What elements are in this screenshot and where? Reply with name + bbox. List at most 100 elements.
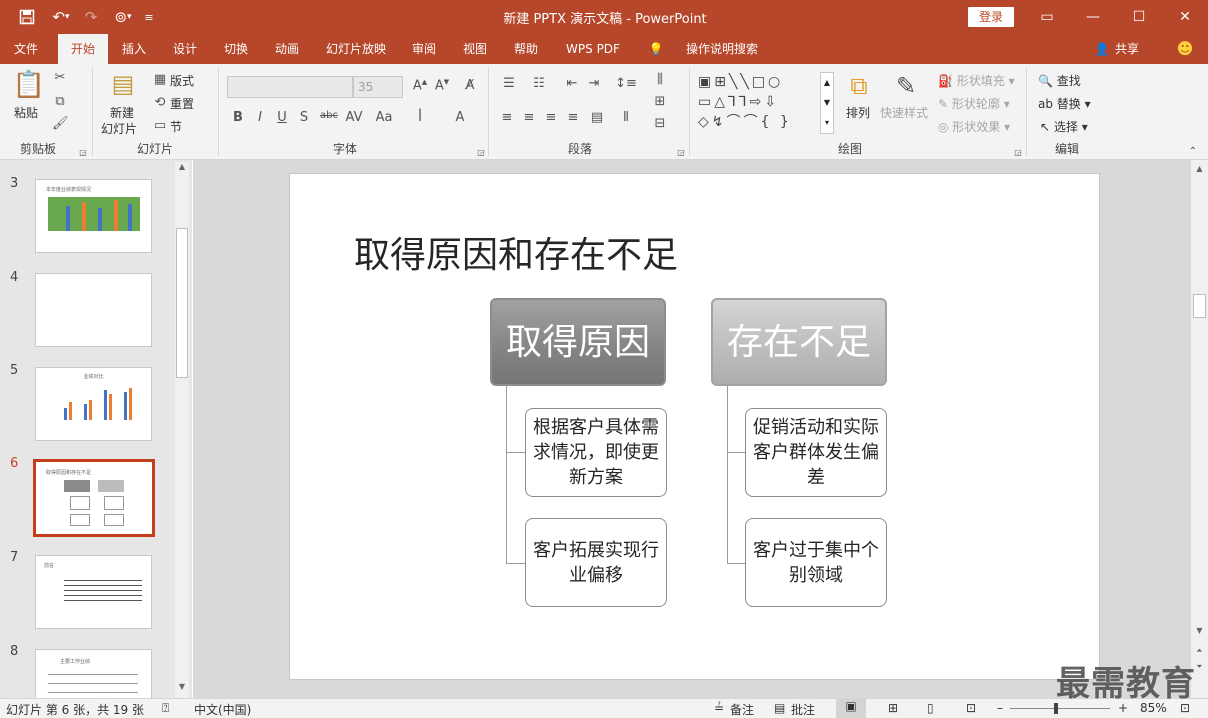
maximize-icon[interactable]: ☐ [1116, 0, 1162, 34]
save-icon[interactable] [14, 6, 40, 28]
arrange-icon[interactable]: ⧉ [844, 72, 874, 100]
numbering-icon[interactable]: ☷ [528, 76, 550, 91]
editor-scrollbar[interactable] [1191, 160, 1208, 698]
strikethrough-button[interactable]: abc [318, 110, 340, 121]
clear-formatting-icon[interactable]: A̸ [460, 78, 480, 93]
layout-button[interactable]: 版式 [170, 72, 194, 89]
arrange-button[interactable]: 排列 [846, 104, 870, 121]
start-from-beginning-icon[interactable]: ⊚ ▾ [108, 6, 138, 28]
slide-thumbnail-5[interactable]: 业绩对比 [35, 367, 152, 441]
format-painter-icon[interactable]: 🖌 [52, 116, 69, 131]
tab-help[interactable]: 帮助 [504, 34, 548, 64]
tab-insert[interactable]: 插入 [112, 34, 156, 64]
paste-button[interactable]: 粘贴 [14, 104, 38, 121]
collapse-ribbon-icon[interactable]: ⌃ [1186, 146, 1200, 157]
slide-title[interactable]: 取得原因和存在不足 [354, 226, 678, 278]
comments-button[interactable]: 批注 [791, 701, 815, 718]
select-button[interactable]: ↖ 选择 ▾ [1040, 118, 1088, 135]
slide-thumbnail-8[interactable]: 主要工作业绩 [35, 649, 152, 698]
shape-effects-button[interactable]: ◎ 形状效果 ▾ [938, 118, 1010, 135]
shapes-gallery[interactable]: ▣⊞╲╲□○ ▭△⅂⅂⇨⇩ ◇↯⌒⌒{ } [698, 72, 820, 134]
share-button[interactable]: 共享 [1112, 34, 1142, 64]
tab-wps-pdf[interactable]: WPS PDF [556, 34, 630, 64]
line-spacing-icon[interactable]: ↕≡ [614, 76, 638, 91]
scroll-down-icon[interactable]: ▼ [1193, 626, 1206, 635]
slide-thumbnail-4[interactable] [35, 273, 152, 347]
content-box-shortcoming-1[interactable]: 促销活动和实际客户群体发生偏差 [745, 408, 887, 497]
font-size-combo[interactable]: 35 [353, 76, 403, 98]
decrease-font-icon[interactable]: A▼ [432, 78, 452, 93]
underline-button[interactable]: U [274, 110, 290, 125]
new-slide-label-1[interactable]: 新建 [110, 104, 134, 121]
paste-icon[interactable]: 📋 [12, 70, 46, 104]
slideshow-view-button[interactable]: ⊡ [966, 701, 976, 715]
language-status[interactable]: 中文(中国) [194, 701, 251, 718]
shadow-button[interactable]: S [296, 110, 312, 125]
previous-slide-icon[interactable]: ⏶ [1193, 646, 1206, 656]
normal-view-button[interactable]: ▣ [836, 699, 866, 718]
replace-button[interactable]: ab 替换 ▾ [1038, 95, 1091, 112]
content-box-shortcoming-2[interactable]: 客户过于集中个别领域 [745, 518, 887, 607]
scroll-up-icon[interactable]: ▲ [175, 162, 189, 176]
zoom-out-button[interactable]: – [997, 701, 1003, 715]
copy-icon[interactable]: ⧉ [52, 94, 68, 109]
justify-icon[interactable]: ≡ [564, 110, 582, 125]
bullets-icon[interactable]: ☰ [498, 76, 520, 91]
cut-icon[interactable]: ✂ [52, 70, 68, 85]
slide-canvas[interactable]: 取得原因和存在不足 取得原因 存在不足 根据客户具体需求情况，即使更新方案 客户… [289, 173, 1100, 680]
reading-view-button[interactable]: ▯ [927, 701, 934, 715]
columns-icon[interactable]: ⫴ [616, 110, 636, 125]
tab-slideshow[interactable]: 幻灯片放映 [318, 34, 394, 64]
content-box-reason-1[interactable]: 根据客户具体需求情况，即使更新方案 [525, 408, 667, 497]
font-name-combo[interactable] [227, 76, 353, 98]
scroll-up-icon[interactable]: ▲ [1193, 164, 1206, 173]
header-box-reasons[interactable]: 取得原因 [490, 298, 666, 386]
dialog-launcher-icon[interactable]: ◲ [1013, 148, 1023, 157]
tab-view[interactable]: 视图 [453, 34, 497, 64]
quick-styles-button[interactable]: 快速样式 [880, 104, 928, 121]
close-icon[interactable]: ✕ [1162, 0, 1208, 34]
notes-button[interactable]: 备注 [730, 701, 754, 718]
redo-icon[interactable]: ↷ [80, 6, 102, 28]
customize-toolbar-icon[interactable]: ≡ [142, 6, 156, 28]
ribbon-display-options-icon[interactable]: ▭ [1024, 0, 1070, 34]
editor-scroll-thumb[interactable] [1193, 294, 1206, 318]
align-text-icon[interactable]: ⊞ [648, 94, 672, 109]
smartart-icon[interactable]: ⊟ [648, 116, 672, 131]
increase-font-icon[interactable]: A▲ [410, 78, 430, 93]
distributed-icon[interactable]: ▤ [588, 110, 606, 125]
tab-design[interactable]: 设计 [163, 34, 207, 64]
dialog-launcher-icon[interactable]: ◲ [476, 148, 486, 157]
shape-fill-button[interactable]: ⛽ 形状填充 ▾ [938, 72, 1015, 89]
align-center-icon[interactable]: ≡ [520, 110, 538, 125]
find-button[interactable]: 🔍 查找 [1038, 72, 1081, 89]
new-slide-icon[interactable]: ▤ [108, 70, 138, 98]
slide-thumbnail-3[interactable]: 本年度业绩表现情况 [35, 179, 152, 253]
section-button[interactable]: 节 [170, 118, 182, 135]
text-direction-icon[interactable]: ⫼ [648, 72, 672, 87]
align-left-icon[interactable]: ≡ [498, 110, 516, 125]
tab-animations[interactable]: 动画 [265, 34, 309, 64]
change-case-icon[interactable]: Aa [372, 110, 396, 125]
font-color-icon[interactable]: A [450, 110, 470, 125]
decrease-indent-icon[interactable]: ⇤ [562, 76, 582, 91]
tab-file[interactable]: 文件 [4, 34, 48, 64]
character-spacing-icon[interactable]: AV [342, 110, 366, 125]
tab-review[interactable]: 审阅 [402, 34, 446, 64]
reset-button[interactable]: 重置 [170, 95, 194, 112]
scroll-down-icon[interactable]: ▼ [175, 682, 189, 696]
tab-home[interactable]: 开始 [58, 34, 108, 64]
tell-me-search[interactable]: 操作说明搜索 [668, 34, 776, 64]
header-box-shortcomings[interactable]: 存在不足 [711, 298, 887, 386]
thumbnails-scroll-thumb[interactable] [176, 228, 188, 378]
italic-button[interactable]: I [252, 110, 268, 125]
spelling-check-icon[interactable]: ⍰ [162, 701, 169, 716]
undo-icon[interactable]: ↶ ▾ [44, 6, 78, 28]
increase-indent-icon[interactable]: ⇥ [584, 76, 604, 91]
align-right-icon[interactable]: ≡ [542, 110, 560, 125]
content-box-reason-2[interactable]: 客户拓展实现行业偏移 [525, 518, 667, 607]
slide-thumbnail-6[interactable]: 取得原因和存在不足 [33, 459, 155, 537]
smiley-feedback-icon[interactable]: ☻ [1172, 34, 1198, 64]
login-button[interactable]: 登录 [968, 7, 1014, 27]
minimize-icon[interactable]: — [1070, 0, 1116, 34]
